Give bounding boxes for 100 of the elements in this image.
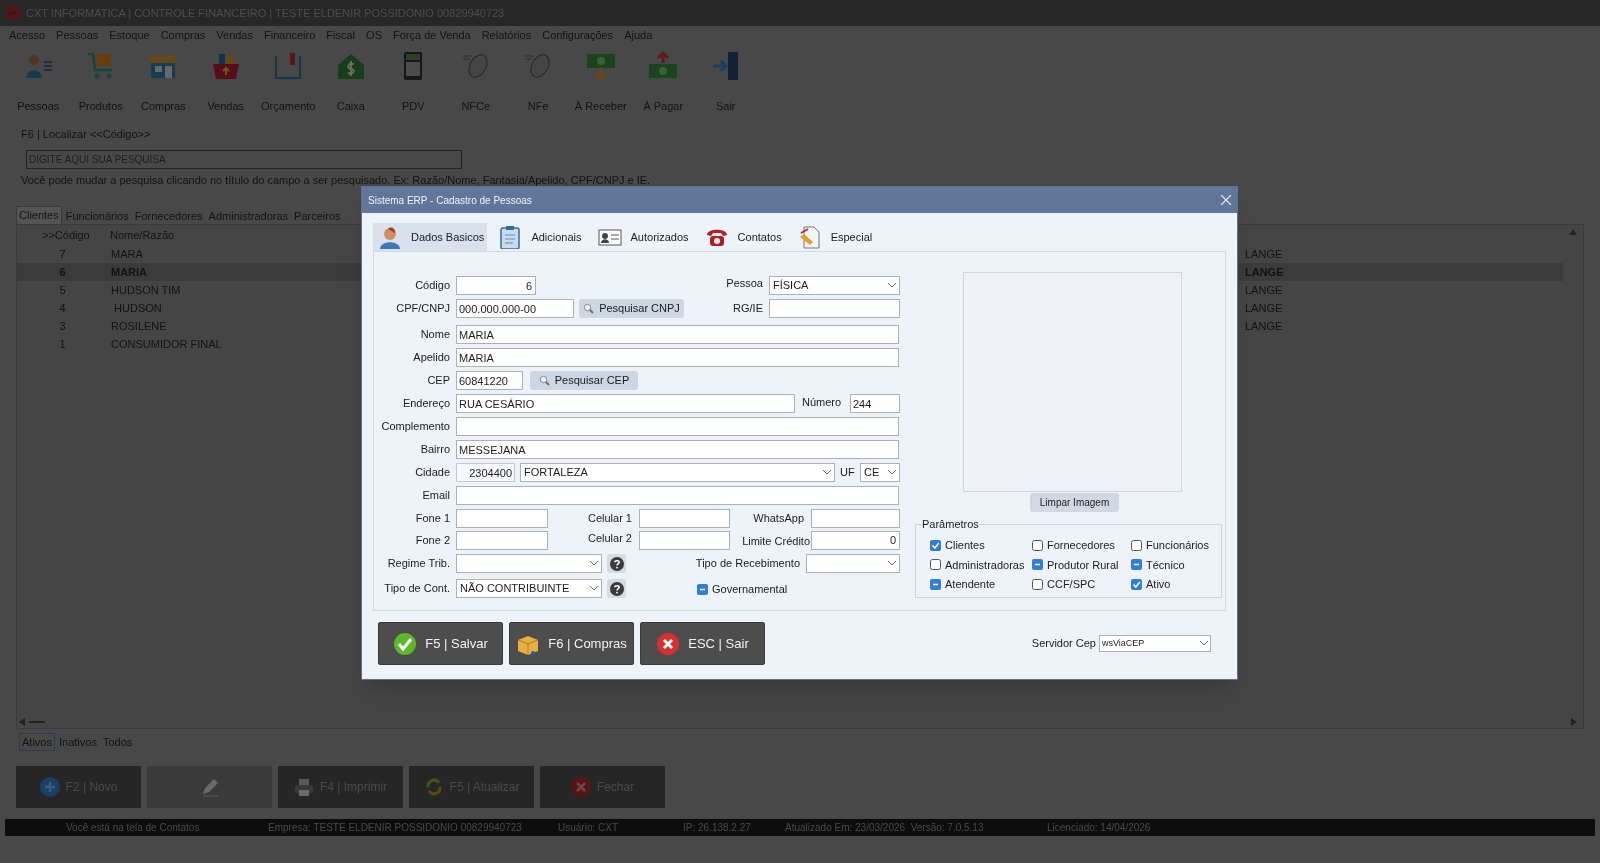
- checkbox[interactable]: Fornecedores: [1032, 537, 1131, 554]
- help-icon: [609, 556, 624, 571]
- field-label: Tipo de Recebimento: [695, 556, 800, 572]
- dialog-button[interactable]: F5 | Salvar: [378, 622, 503, 665]
- field-label: UF: [840, 465, 855, 481]
- checkbox-icon: [697, 584, 708, 595]
- plus-icon: [39, 777, 60, 797]
- input-field[interactable]: [456, 486, 899, 505]
- tab[interactable]: Adicionais: [493, 223, 587, 251]
- checkbox[interactable]: Clientes: [930, 537, 1032, 554]
- scroll-left-icon[interactable]: [19, 718, 25, 726]
- close-icon: [656, 631, 681, 656]
- checkbox-icon: [1131, 578, 1142, 590]
- search-cnpj-button[interactable]: Pesquisar CNPJ: [579, 299, 684, 318]
- input-field[interactable]: [456, 530, 548, 550]
- dropdown[interactable]: [456, 554, 602, 573]
- dialog-button[interactable]: F6 | Compras: [509, 622, 634, 665]
- clear-image-button[interactable]: Limpar Imagem: [1030, 493, 1119, 512]
- field-label: Celular 2: [586, 531, 632, 547]
- field-label: WhatsApp: [752, 510, 804, 526]
- checkbox[interactable]: Administradoras: [930, 556, 1032, 573]
- field-label: Servidor Cep: [1031, 636, 1096, 652]
- input-field[interactable]: 6: [456, 276, 536, 295]
- checkbox-icon: [1032, 559, 1043, 571]
- checkbox-icon: [930, 578, 941, 590]
- field-label: Complemento: [380, 419, 450, 435]
- status-text: Licenciado: 14/04/2026: [1047, 822, 1151, 833]
- checkbox-icon: [1131, 539, 1142, 551]
- search-icon: [538, 375, 550, 386]
- field-label: Tipo de Cont.: [383, 581, 450, 597]
- input-field[interactable]: [639, 508, 730, 528]
- field-label: Código: [414, 278, 450, 294]
- clipboard-icon: [498, 225, 523, 249]
- checkbox-icon: [930, 539, 941, 551]
- dropdown[interactable]: CE: [860, 463, 900, 482]
- input-field[interactable]: 244: [850, 394, 900, 413]
- field-label: Endereço: [401, 396, 450, 412]
- input-field[interactable]: 60841220: [456, 371, 523, 390]
- checkbox[interactable]: Produtor Rural: [1032, 556, 1131, 573]
- input-field[interactable]: [811, 508, 900, 528]
- dropdown[interactable]: [806, 554, 900, 573]
- tab[interactable]: Contatos: [699, 223, 787, 251]
- input-field[interactable]: [456, 417, 899, 436]
- input-field[interactable]: [639, 530, 730, 550]
- chevron-down-icon: [888, 561, 896, 566]
- help-icon: [609, 581, 624, 596]
- field-label: Fone 1: [414, 510, 450, 526]
- input-field[interactable]: [769, 299, 900, 318]
- field-label: RG/IE: [733, 301, 763, 317]
- close-icon[interactable]: [1221, 195, 1231, 205]
- printer-icon: [293, 777, 314, 797]
- checkbox[interactable]: Funcionários: [1131, 537, 1231, 554]
- input-field[interactable]: MARIA: [456, 348, 899, 367]
- app-logo-icon: [6, 7, 20, 19]
- input-field[interactable]: MESSEJANA: [456, 440, 899, 459]
- field-label: Apelido: [412, 350, 450, 366]
- input-field[interactable]: 2304400: [456, 463, 515, 482]
- checkbox-icon: [930, 559, 941, 571]
- field-label: Número: [802, 394, 842, 410]
- help-button[interactable]: [607, 579, 626, 598]
- checkbox[interactable]: Técnico: [1131, 556, 1231, 573]
- checkbox[interactable]: Ativo: [1131, 576, 1231, 593]
- person-icon: [378, 225, 402, 249]
- search-icon: [583, 303, 595, 314]
- dropdown[interactable]: NÃO CONTRIBUINTE: [456, 579, 602, 598]
- input-field[interactable]: [456, 508, 548, 528]
- tab[interactable]: Clientes: [16, 206, 62, 224]
- checkbox[interactable]: CCF/SPC: [1032, 576, 1131, 593]
- field-label: Nome: [419, 327, 450, 343]
- field-label: Fone 2: [414, 532, 450, 548]
- scrollbar-thumb[interactable]: [29, 721, 45, 723]
- scroll-right-icon[interactable]: [1571, 718, 1577, 726]
- search-cep-button[interactable]: Pesquisar CEP: [530, 371, 638, 390]
- refresh-icon: [423, 777, 444, 797]
- close-icon: [570, 777, 591, 797]
- dialog-title: Sistema ERP - Cadastro de Pessoas: [368, 193, 532, 208]
- tab[interactable]: Autorizados: [592, 223, 694, 251]
- check-icon: [393, 631, 418, 656]
- input-field[interactable]: 0: [811, 530, 900, 550]
- checkbox[interactable]: Governamental: [697, 581, 788, 598]
- dropdown[interactable]: wsViaCEP: [1099, 635, 1211, 652]
- input-field[interactable]: RUA CESÁRIO: [456, 394, 795, 413]
- dropdown[interactable]: FÍSICA: [769, 276, 900, 295]
- help-button[interactable]: [607, 554, 626, 573]
- input-field[interactable]: 000.000.000-00: [456, 299, 574, 318]
- input-field[interactable]: MARIA: [456, 325, 899, 344]
- field-label: CPF/CNPJ: [395, 301, 450, 317]
- checkbox[interactable]: Atendente: [930, 576, 1032, 593]
- tab[interactable]: Especial: [792, 223, 878, 251]
- field-label: Cidade: [414, 465, 450, 481]
- chevron-down-icon: [1200, 641, 1208, 646]
- tab[interactable]: Dados Basicos: [373, 223, 488, 251]
- dialog-button[interactable]: ESC | Sair: [640, 622, 765, 665]
- checkbox-icon: [1131, 559, 1142, 571]
- field-label: Bairro: [419, 442, 450, 458]
- dropdown[interactable]: FORTALEZA: [520, 463, 835, 482]
- chevron-down-icon: [888, 283, 896, 288]
- status-text: Atualizado Em: 23/03/2026 Versão: 7.0.5.13: [785, 822, 984, 833]
- status-text: Você está na tela de Contatos: [66, 822, 200, 833]
- scroll-up-icon[interactable]: [1569, 229, 1577, 235]
